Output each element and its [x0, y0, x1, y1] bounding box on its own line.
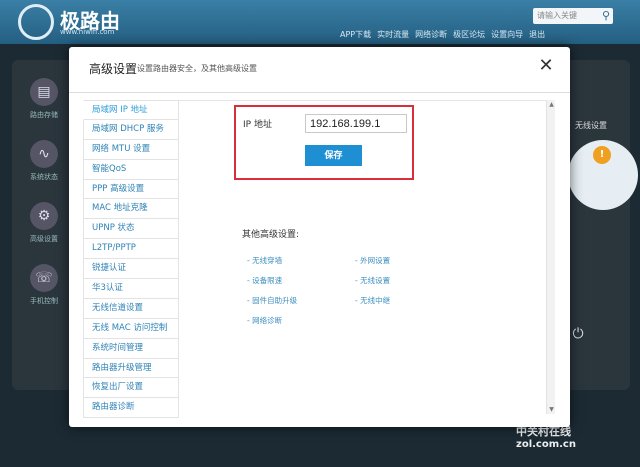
watermark: 中关村在线 zol.com.cn	[516, 425, 576, 451]
ip-address-section: IP 地址 保存	[234, 105, 414, 180]
alert-badge: !	[593, 146, 611, 164]
other-settings-title: 其他高级设置:	[242, 230, 300, 240]
gear-icon: ⚙	[30, 202, 58, 230]
menu-item-l2tp-pptp[interactable]: L2TP/PPTP	[83, 239, 179, 260]
brand-url: www.hiwifi.com	[60, 28, 115, 36]
sidebar-item-label: 路由存储	[30, 111, 58, 119]
scroll-up-icon[interactable]: ▲	[547, 100, 556, 109]
link-firmware-upgrade[interactable]: - 固件自助升级	[247, 295, 297, 306]
sidebar-item-label: 系统状态	[30, 173, 58, 181]
advanced-settings-modal: 高级设置 设置路由器安全，及其他高级设置 ✕ 局域网 IP 地址 局域网 DHC…	[69, 47, 570, 427]
sidebar-item-status[interactable]: ∿ 系统状态	[18, 132, 70, 194]
top-link-logout[interactable]: 退出	[529, 29, 545, 40]
hiwifi-logo-icon	[18, 4, 54, 40]
menu-item-mac-acl[interactable]: 无线 MAC 访问控制	[83, 318, 179, 339]
link-wireless-relay[interactable]: - 无线中继	[355, 295, 390, 306]
ip-label: IP 地址	[243, 120, 272, 130]
modal-title: 高级设置	[89, 62, 138, 76]
top-header: 极路由 www.hiwifi.com 请输入关键 ⚲ APP下载 实时流量 网络…	[0, 0, 640, 44]
menu-item-time[interactable]: 系统时间管理	[83, 338, 179, 359]
sidebar-item-label: 手机控制	[30, 297, 58, 305]
scrollbar[interactable]: ▲ ▼	[546, 100, 555, 414]
watermark-en: zol.com.cn	[516, 439, 576, 450]
menu-item-mac-clone[interactable]: MAC 地址克隆	[83, 199, 179, 220]
storage-icon: ▤	[30, 78, 58, 106]
menu-item-upgrade[interactable]: 路由器升级管理	[83, 358, 179, 379]
link-device-speed-limit[interactable]: - 设备限速	[247, 275, 282, 286]
status-icon: ∿	[30, 140, 58, 168]
sidebar-item-storage[interactable]: ▤ 路由存储	[18, 70, 70, 132]
menu-item-ppp[interactable]: PPP 高级设置	[83, 179, 179, 200]
menu-item-ruijie[interactable]: 锐捷认证	[83, 259, 179, 280]
menu-item-h3c[interactable]: 华3认证	[83, 279, 179, 299]
menu-item-upnp[interactable]: UPNP 状态	[83, 219, 179, 240]
link-wireless-settings[interactable]: - 无线设置	[355, 275, 390, 286]
divider	[69, 92, 570, 93]
ip-address-input[interactable]	[305, 114, 407, 133]
menu-item-factory-reset[interactable]: 恢复出厂设置	[83, 378, 179, 399]
menu-item-diagnose[interactable]: 路由器诊断	[83, 398, 179, 419]
sidebar-item-phone[interactable]: ☏ 手机控制	[18, 256, 70, 318]
save-button[interactable]: 保存	[305, 145, 362, 166]
dashboard-sidebar: ▤ 路由存储 ∿ 系统状态 ⚙ 高级设置 ☏ 手机控制	[18, 70, 70, 318]
top-nav: APP下载 实时流量 网络诊断 极区论坛 设置向导 退出	[340, 29, 545, 40]
menu-item-qos[interactable]: 智能QoS	[83, 159, 179, 180]
sidebar-item-label: 高级设置	[30, 235, 58, 243]
top-link-wizard[interactable]: 设置向导	[491, 29, 523, 40]
close-icon[interactable]: ✕	[536, 56, 556, 76]
top-link-forum[interactable]: 极区论坛	[453, 29, 485, 40]
scroll-down-icon[interactable]: ▼	[547, 405, 556, 414]
link-network-diagnose[interactable]: - 网络诊断	[247, 315, 282, 326]
settings-menu: 局域网 IP 地址 局域网 DHCP 服务 网络 MTU 设置 智能QoS PP…	[83, 100, 179, 419]
phone-icon: ☏	[30, 264, 58, 292]
wireless-settings-label: 无线设置	[575, 121, 607, 130]
top-link-diagnose[interactable]: 网络诊断	[415, 29, 447, 40]
modal-subtitle: 设置路由器安全，及其他高级设置	[137, 64, 257, 73]
top-link-app[interactable]: APP下载	[340, 29, 371, 40]
menu-item-dhcp[interactable]: 局域网 DHCP 服务	[83, 119, 179, 140]
link-wall-penetration[interactable]: - 无线穿墙	[247, 255, 282, 266]
menu-item-mtu[interactable]: 网络 MTU 设置	[83, 139, 179, 160]
search-icon[interactable]: ⚲	[598, 8, 614, 24]
sidebar-item-advanced[interactable]: ⚙ 高级设置	[18, 194, 70, 256]
top-link-traffic[interactable]: 实时流量	[377, 29, 409, 40]
link-wan-settings[interactable]: - 外网设置	[355, 255, 390, 266]
menu-item-channel[interactable]: 无线信道设置	[83, 298, 179, 319]
menu-item-lan-ip[interactable]: 局域网 IP 地址	[83, 100, 179, 120]
